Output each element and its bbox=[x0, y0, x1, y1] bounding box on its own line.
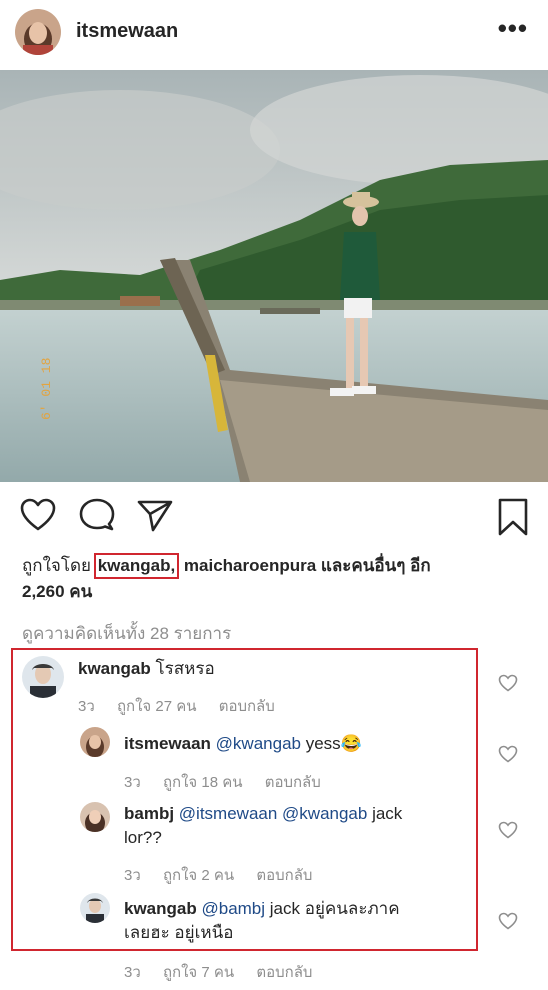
likes-prefix: ถูกใจโดย bbox=[22, 556, 91, 575]
save-bookmark-icon[interactable] bbox=[497, 498, 529, 541]
comment-mention[interactable]: @kwangab bbox=[216, 734, 301, 753]
photo-timestamp: 6' 01 18 bbox=[39, 358, 54, 420]
comment-like-heart-icon[interactable] bbox=[498, 745, 518, 763]
comment-like-count[interactable]: ถูกใจ 2 คน bbox=[163, 867, 234, 884]
comment-like-heart-icon[interactable] bbox=[498, 821, 518, 839]
post-photo[interactable]: 6' 01 18 bbox=[0, 70, 548, 482]
comment-username[interactable]: kwangab bbox=[124, 899, 197, 918]
comment-mention[interactable]: @itsmewaan @kwangab bbox=[179, 804, 368, 823]
comment-text: jack bbox=[372, 804, 403, 823]
share-direct-icon[interactable] bbox=[137, 498, 173, 537]
comment-like-count[interactable]: ถูกใจ 18 คน bbox=[163, 774, 243, 791]
comment-like-count[interactable]: ถูกใจ 7 คน bbox=[163, 964, 234, 981]
comment-time: 3ว bbox=[124, 774, 141, 791]
comment-body: bambj @itsmewaan @kwangab jack lor?? bbox=[124, 802, 474, 850]
likes-suffix: และคนอื่นๆ อีก bbox=[320, 556, 431, 575]
comment-meta: 3ว ถูกใจ 18 คน ตอบกลับ bbox=[124, 770, 339, 794]
like-heart-icon[interactable] bbox=[20, 498, 56, 537]
comment-mention[interactable]: @bambj bbox=[201, 899, 265, 918]
comment-body: itsmewaan @kwangab yess😂 bbox=[124, 732, 362, 756]
comment-body: kwangab @bambj jack อยู่คนละภาค เลยฮะ อย… bbox=[124, 897, 474, 945]
liker-kwangab[interactable]: kwangab, bbox=[98, 556, 175, 575]
comment-time: 3ว bbox=[124, 964, 141, 981]
comment-like-heart-icon[interactable] bbox=[498, 912, 518, 930]
comment-meta: 3ว ถูกใจ 7 คน ตอบกลับ bbox=[124, 960, 330, 984]
avatar[interactable] bbox=[80, 727, 110, 757]
comment-text-line2: lor?? bbox=[124, 828, 162, 847]
likes-count[interactable]: 2,260 คน bbox=[22, 582, 92, 601]
liker-maicharoenpura[interactable]: maicharoenpura bbox=[184, 556, 316, 575]
comment-meta: 3ว ถูกใจ 27 คน ตอบกลับ bbox=[78, 694, 293, 718]
comment-text: yess😂 bbox=[305, 734, 362, 753]
comment-body: kwangab โรสหรอ bbox=[78, 657, 215, 681]
comment-time: 3ว bbox=[124, 867, 141, 884]
action-bar bbox=[0, 492, 548, 544]
post-header: itsmewaan ••• bbox=[0, 0, 548, 70]
comment-username[interactable]: bambj bbox=[124, 804, 174, 823]
reply-button[interactable]: ตอบกลับ bbox=[256, 964, 312, 981]
highlight-box: kwangab, bbox=[93, 553, 180, 579]
likes-summary: ถูกใจโดย kwangab, maicharoenpura และคนอื… bbox=[22, 553, 532, 605]
avatar[interactable] bbox=[80, 802, 110, 832]
comment-username[interactable]: itsmewaan bbox=[124, 734, 211, 753]
view-all-comments-link[interactable]: ดูความคิดเห็นทั้ง 28 รายการ bbox=[22, 620, 231, 647]
comment-like-count[interactable]: ถูกใจ 27 คน bbox=[117, 698, 197, 715]
comment-time: 3ว bbox=[78, 698, 95, 715]
comment-text: โรสหรอ bbox=[155, 659, 215, 678]
avatar[interactable] bbox=[22, 656, 64, 698]
comment-username[interactable]: kwangab bbox=[78, 659, 151, 678]
post-author-username[interactable]: itsmewaan bbox=[76, 20, 178, 43]
comment-like-heart-icon[interactable] bbox=[498, 674, 518, 692]
reply-button[interactable]: ตอบกลับ bbox=[219, 698, 275, 715]
comment-bubble-icon[interactable] bbox=[79, 498, 115, 537]
reply-button[interactable]: ตอบกลับ bbox=[256, 867, 312, 884]
comment-text-line2: เลยฮะ อยู่เหนือ bbox=[124, 923, 234, 942]
reply-button[interactable]: ตอบกลับ bbox=[265, 774, 321, 791]
comment-text: jack อยู่คนละภาค bbox=[269, 899, 400, 918]
avatar[interactable] bbox=[80, 893, 110, 923]
comment-meta: 3ว ถูกใจ 2 คน ตอบกลับ bbox=[124, 863, 330, 887]
more-options-icon[interactable]: ••• bbox=[498, 15, 528, 41]
avatar[interactable] bbox=[15, 9, 61, 55]
